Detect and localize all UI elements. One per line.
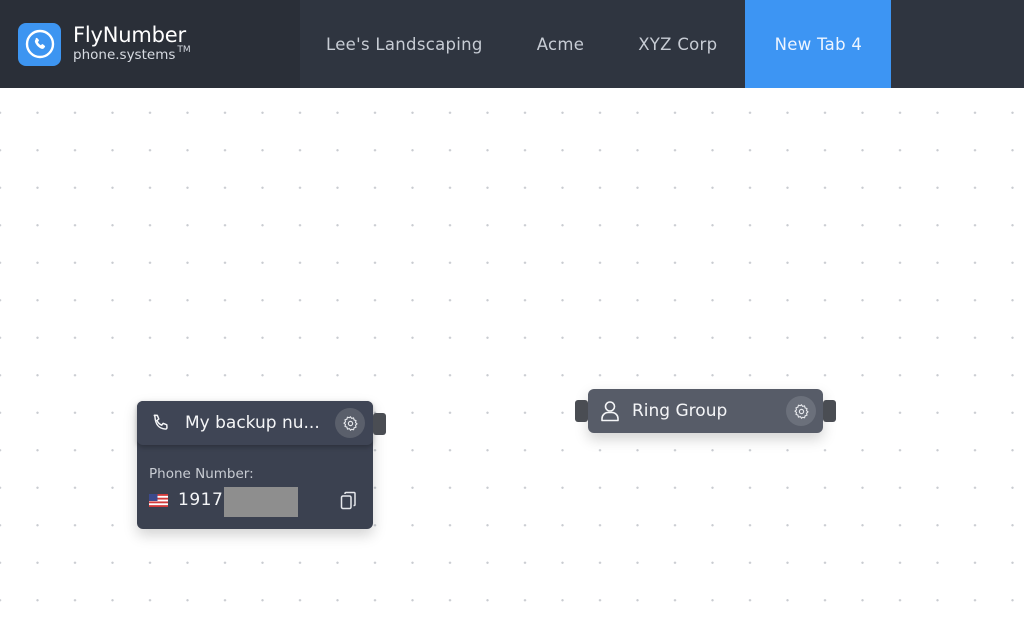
- tab-lees-landscaping[interactable]: Lee's Landscaping: [300, 0, 510, 88]
- redaction-box: [224, 487, 298, 517]
- flow-canvas[interactable]: My backup nu... Phone Number: 19177 Ring…: [0, 88, 1024, 635]
- brand-subtitle-text: phone.systems: [73, 47, 176, 64]
- gear-icon: [793, 403, 809, 419]
- brand-subtitle: phone.systems TM: [73, 46, 191, 64]
- copy-icon: [340, 491, 356, 510]
- output-port[interactable]: [823, 400, 836, 422]
- tab-bar: Lee's Landscaping Acme XYZ Corp New Tab …: [300, 0, 892, 88]
- user-icon: [600, 400, 620, 422]
- phone-circle-icon: [18, 22, 61, 66]
- ring-group-title: Ring Group: [632, 401, 728, 421]
- copy-button[interactable]: [340, 491, 357, 510]
- phone-node-settings-button[interactable]: [335, 408, 365, 438]
- phone-number-row: 19177: [149, 487, 361, 517]
- input-port[interactable]: [575, 400, 588, 422]
- top-bar: FlyNumber phone.systems TM Lee's Landscap…: [0, 0, 1024, 88]
- tab-xyz-corp[interactable]: XYZ Corp: [611, 0, 744, 88]
- trademark: TM: [177, 45, 191, 56]
- ring-group-node[interactable]: Ring Group: [575, 389, 836, 433]
- phone-icon: [150, 412, 172, 434]
- phone-number-node[interactable]: My backup nu... Phone Number: 19177: [137, 401, 386, 529]
- output-port[interactable]: [373, 413, 386, 435]
- us-flag-icon: [149, 493, 168, 507]
- tab-acme[interactable]: Acme: [510, 0, 612, 88]
- phone-number-label: Phone Number:: [149, 466, 254, 482]
- brand-name: FlyNumber: [73, 23, 186, 48]
- tab-new-tab-4[interactable]: New Tab 4: [745, 0, 892, 88]
- phone-node-title: My backup nu...: [185, 413, 320, 433]
- gear-icon: [342, 415, 358, 431]
- brand[interactable]: FlyNumber phone.systems TM: [0, 0, 300, 88]
- ring-group-settings-button[interactable]: [786, 396, 816, 426]
- phone-node-header[interactable]: My backup nu...: [137, 401, 373, 445]
